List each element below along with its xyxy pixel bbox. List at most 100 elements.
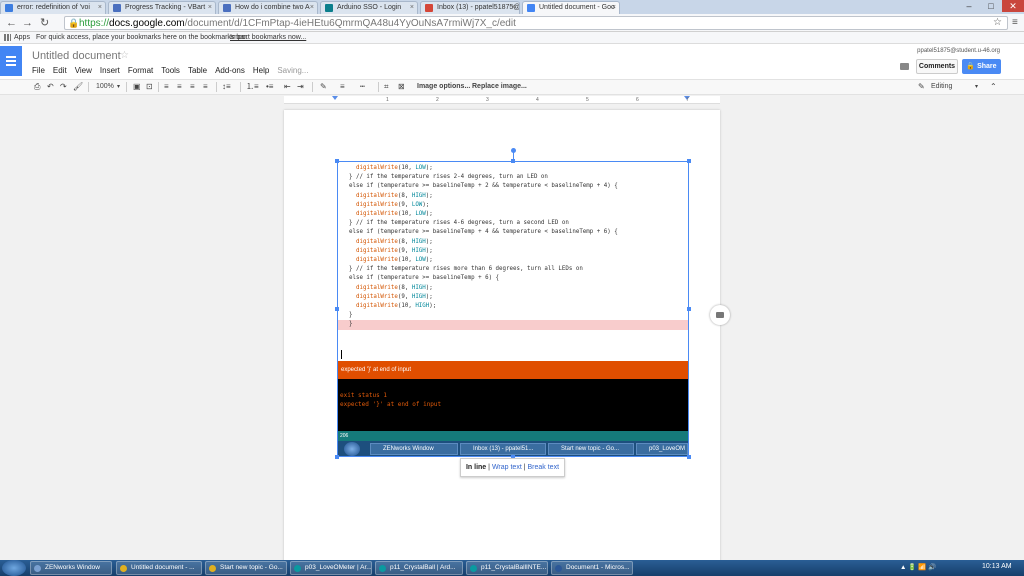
bookmark-star-icon[interactable]: ☆ (993, 16, 1002, 30)
in-line-option[interactable]: In line (466, 464, 486, 471)
docs-header: Untitled document ☆ File Edit View Insert Fo… (0, 44, 1024, 79)
resize-handle-ne[interactable] (687, 159, 691, 163)
close-window-button[interactable]: ✕ (1002, 0, 1024, 12)
close-tab-icon[interactable]: × (410, 2, 414, 14)
align-left-icon[interactable]: ≡ (164, 80, 169, 94)
taskbar-item[interactable]: p11_CrystalBallINTE... (466, 561, 548, 575)
close-tab-icon[interactable]: × (208, 2, 212, 14)
align-center-icon[interactable]: ≡ (177, 80, 182, 94)
menu-view[interactable]: View (75, 66, 92, 75)
crop-icon[interactable]: ⊡ (146, 80, 153, 94)
windows-start-icon[interactable] (2, 560, 26, 576)
comment-icon[interactable] (900, 63, 909, 70)
chrome-menu-icon[interactable]: ≡ (1012, 16, 1018, 30)
print-icon[interactable]: ⎙ (34, 80, 40, 94)
numbered-list-icon[interactable]: ⒈≡ (246, 80, 259, 94)
taskbar-item[interactable]: Start new topic - Go... (205, 561, 287, 575)
menu-addons[interactable]: Add-ons (215, 66, 245, 75)
maximize-button[interactable]: □ (980, 0, 1002, 12)
browser-tab[interactable]: How do i combine two A × (218, 1, 318, 14)
taskbar-item-label: p03_LoveOMeter | Ar... (305, 564, 372, 571)
resize-handle-se[interactable] (687, 455, 691, 459)
add-comment-button[interactable] (710, 305, 730, 325)
editing-mode-select[interactable]: Editing (931, 80, 952, 94)
menu-help[interactable]: Help (253, 66, 269, 75)
url-input[interactable]: 🔒 https://docs.google.com/document/d/1CF… (64, 16, 1008, 30)
minimize-button[interactable]: – (958, 0, 980, 12)
resize-handle-nw[interactable] (335, 159, 339, 163)
comments-button[interactable]: Comments (916, 59, 958, 74)
reset-image-icon[interactable]: ⊠ (398, 80, 405, 94)
collapse-icon[interactable]: ⌃ (990, 80, 997, 94)
redo-icon[interactable]: ↷ (60, 80, 67, 94)
close-tab-icon[interactable]: × (512, 2, 516, 14)
chevron-down-icon[interactable]: ▾ (117, 80, 120, 94)
saving-status: Saving... (277, 66, 309, 75)
border-color-icon[interactable]: ✎ (320, 80, 327, 94)
image-options-button[interactable]: Image options... (417, 80, 470, 94)
rotate-handle[interactable] (511, 148, 516, 153)
menu-table[interactable]: Table (188, 66, 207, 75)
insert-image-icon[interactable]: ▣ (133, 80, 141, 94)
console-output: exit status 1 expected '}' at end of inpu… (338, 379, 688, 431)
resize-handle-sw[interactable] (335, 455, 339, 459)
account-email[interactable]: ppatel51875@student.u-46.org (917, 48, 1000, 54)
close-tab-icon[interactable]: × (98, 2, 102, 14)
pencil-icon: ✎ (918, 82, 925, 91)
border-dash-icon[interactable]: ┅ (360, 80, 365, 94)
close-tab-icon[interactable]: × (310, 2, 314, 14)
browser-tab[interactable]: Progress Tracking - VBart × (108, 1, 216, 14)
selected-image[interactable]: digitalWrite(10, LOW); } // if the tempe… (337, 161, 689, 457)
back-arrow-icon[interactable]: ← (6, 16, 17, 30)
resize-handle-e[interactable] (687, 307, 691, 311)
menu-tools[interactable]: Tools (161, 66, 180, 75)
browser-tab[interactable]: error: redefinition of 'voi × (0, 1, 106, 14)
undo-icon[interactable]: ↶ (47, 80, 54, 94)
apps-link[interactable]: Apps (14, 32, 30, 43)
crop-image-icon[interactable]: ⌗ (384, 80, 389, 94)
decrease-indent-icon[interactable]: ⇤ (284, 80, 291, 94)
reload-icon[interactable]: ↻ (40, 16, 49, 30)
document-title[interactable]: Untitled document (32, 50, 121, 62)
chevron-down-icon[interactable]: ▾ (975, 80, 978, 94)
wrap-text-option[interactable]: Wrap text (492, 464, 522, 471)
justify-icon[interactable]: ≡ (203, 80, 208, 94)
resize-handle-w[interactable] (335, 307, 339, 311)
browser-tab[interactable]: Arduino SSO - Login × (320, 1, 418, 14)
menu-insert[interactable]: Insert (100, 66, 120, 75)
break-text-option[interactable]: Break text (528, 464, 560, 471)
line-spacing-icon[interactable]: ↕≡ (222, 80, 231, 94)
taskbar-item[interactable]: Untitled document - ... (116, 561, 202, 575)
star-icon[interactable]: ☆ (120, 50, 129, 61)
share-button[interactable]: 🔒 Share (962, 59, 1001, 74)
paint-format-icon[interactable]: 🖌 (73, 80, 83, 94)
border-weight-icon[interactable]: ≡ (340, 80, 345, 94)
resize-handle-n[interactable] (511, 159, 515, 163)
import-bookmarks-link[interactable]: Import bookmarks now... (230, 32, 306, 43)
clock[interactable]: 10:13 AM (982, 563, 1012, 570)
taskbar-item-label: ZENworks Window (45, 564, 100, 571)
forward-arrow-icon[interactable]: → (22, 16, 33, 30)
menu-edit[interactable]: Edit (53, 66, 67, 75)
increase-indent-icon[interactable]: ⇥ (297, 80, 304, 94)
menu-format[interactable]: Format (128, 66, 153, 75)
replace-image-button[interactable]: Replace image... (472, 80, 527, 94)
code-line: digitalWrite(10, LOW); (355, 211, 433, 218)
zoom-select[interactable]: 100% (96, 80, 114, 94)
taskbar-item[interactable]: p11_CrystalBall | Ard... (375, 561, 463, 575)
close-tab-icon[interactable]: × (612, 2, 616, 14)
menu-file[interactable]: File (32, 66, 45, 75)
taskbar-item[interactable]: p03_LoveOMeter | Ar... (290, 561, 372, 575)
windows-start-icon (344, 442, 360, 456)
bulleted-list-icon[interactable]: •≡ (266, 80, 273, 94)
taskbar-item[interactable]: ZENworks Window (30, 561, 112, 575)
tab-label: error: redefinition of 'voi (17, 4, 90, 11)
docs-logo-icon[interactable] (0, 46, 22, 76)
indent-marker-icon[interactable] (332, 96, 338, 100)
taskbar-item[interactable]: Document1 - Micros... (551, 561, 633, 575)
system-tray-icons[interactable]: ▲ 🔋 📶 🔊 (900, 563, 936, 571)
browser-tab[interactable]: Inbox (13) - ppatel51875@ × (420, 1, 520, 14)
browser-tab[interactable]: Untitled document - Goo × (522, 1, 620, 14)
align-right-icon[interactable]: ≡ (190, 80, 195, 94)
ruler[interactable]: 1 2 3 4 5 6 7 (284, 96, 720, 104)
